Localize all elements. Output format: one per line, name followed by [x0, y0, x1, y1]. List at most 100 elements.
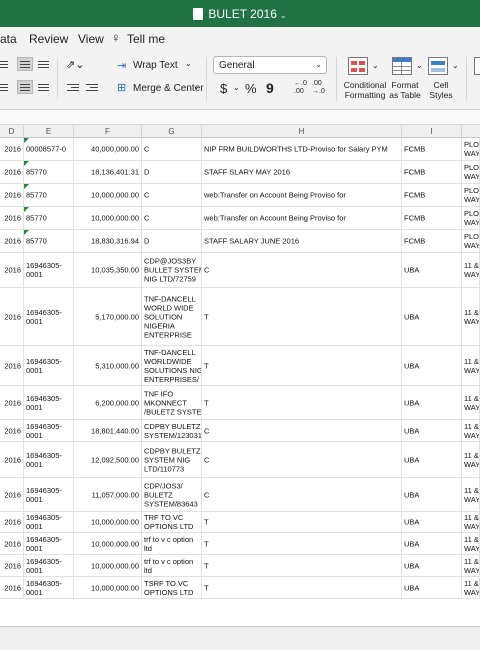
cell-h[interactable]: C: [202, 442, 402, 477]
cell-e[interactable]: 85770: [24, 207, 74, 229]
cell-e[interactable]: 85770: [24, 184, 74, 206]
currency-button[interactable]: $: [220, 81, 227, 96]
cell-h[interactable]: STAFF SLARY MAY 2016: [202, 161, 402, 183]
cell-f[interactable]: 11,057,000.00: [74, 478, 142, 511]
cell-i[interactable]: FCMB: [402, 161, 462, 183]
cell-i[interactable]: UBA: [402, 420, 462, 441]
cell-e[interactable]: 16946305- 0001: [24, 478, 74, 511]
wrap-text-button[interactable]: Wrap Text: [133, 60, 178, 71]
align-bottom-icon[interactable]: [38, 59, 52, 71]
cell-j[interactable]: 11 & WAY,: [462, 386, 480, 419]
merge-center-chevron-icon[interactable]: ⌄: [193, 82, 200, 91]
cell-g[interactable]: TNF IFO MKONNECT /BULETZ SYSTE: [142, 386, 202, 419]
cell-i[interactable]: UBA: [402, 288, 462, 345]
cell-e[interactable]: 85770: [24, 230, 74, 252]
cell-d[interactable]: 2016: [0, 533, 24, 554]
cell-j[interactable]: 11 & WAY,: [462, 420, 480, 441]
cell-d[interactable]: 2016: [0, 230, 24, 252]
cell-f[interactable]: 10,000,000.00: [74, 555, 142, 576]
comma-style-button[interactable]: 9: [266, 80, 274, 96]
align-middle-icon[interactable]: [17, 57, 33, 71]
cell-j[interactable]: 11 & WAY,: [462, 512, 480, 532]
cell-g[interactable]: trf to v c option ltd: [142, 555, 202, 576]
cell-d[interactable]: 2016: [0, 207, 24, 229]
cell-f[interactable]: 10,035,350.00: [74, 253, 142, 287]
cell-h[interactable]: T: [202, 533, 402, 554]
cell-d[interactable]: 2016: [0, 386, 24, 419]
tab-review[interactable]: Review: [29, 32, 68, 46]
cell-e[interactable]: 16946305- 0001: [24, 577, 74, 598]
cell-j[interactable]: PLOT WAY,: [462, 161, 480, 183]
cell-f[interactable]: 6,200,000.00: [74, 386, 142, 419]
cell-g[interactable]: D: [142, 230, 202, 252]
cell-h[interactable]: T: [202, 288, 402, 345]
cell-d[interactable]: 2016: [0, 184, 24, 206]
cell-g[interactable]: TSRF TO VC OPTIONS LTD: [142, 577, 202, 598]
cell-e[interactable]: 16946305- 0001: [24, 442, 74, 477]
cell-d[interactable]: 2016: [0, 253, 24, 287]
orientation-icon[interactable]: ⇗⌄: [66, 58, 84, 71]
tab-view[interactable]: View: [78, 32, 104, 46]
cell-g[interactable]: CDP/JOS3/ BULETZ SYSTEM/83643: [142, 478, 202, 511]
column-header-i[interactable]: I: [402, 125, 462, 138]
cell-h[interactable]: T: [202, 512, 402, 532]
cell-i[interactable]: UBA: [402, 253, 462, 287]
cell-d[interactable]: 2016: [0, 138, 24, 160]
align-right-icon[interactable]: [38, 82, 52, 94]
error-indicator-icon[interactable]: [24, 207, 29, 212]
tell-me-search[interactable]: Tell me: [127, 32, 165, 46]
cell-f[interactable]: 18,801,440.00: [74, 420, 142, 441]
cell-j[interactable]: 11 & WAY,: [462, 555, 480, 576]
cell-e[interactable]: 16946305- 0001: [24, 512, 74, 532]
column-header-h[interactable]: H: [202, 125, 402, 138]
lightbulb-icon[interactable]: ♀: [111, 30, 121, 45]
cell-j[interactable]: PLOT WAY,: [462, 184, 480, 206]
cell-f[interactable]: 5,170,000.00: [74, 288, 142, 345]
cell-j[interactable]: 11 & WAY,: [462, 533, 480, 554]
align-top-icon[interactable]: [0, 59, 14, 71]
cell-e[interactable]: 16946305- 0001: [24, 386, 74, 419]
number-format-select[interactable]: General ⌄: [213, 56, 327, 74]
cell-i[interactable]: UBA: [402, 346, 462, 385]
cell-h[interactable]: T: [202, 346, 402, 385]
cell-j[interactable]: 11 & WAY,: [462, 478, 480, 511]
cell-f[interactable]: 10,000,000.00: [74, 207, 142, 229]
cell-e[interactable]: 16946305- 0001: [24, 555, 74, 576]
cell-styles-label[interactable]: Cell Styles: [424, 80, 458, 100]
increase-decimal-button[interactable]: ←.0 .00: [294, 80, 307, 96]
error-indicator-icon[interactable]: [24, 230, 29, 235]
cell-g[interactable]: trf to v c option ltd: [142, 533, 202, 554]
format-as-table-icon[interactable]: [392, 57, 412, 75]
cell-j[interactable]: PLOT WAY,: [462, 230, 480, 252]
cell-i[interactable]: UBA: [402, 386, 462, 419]
cell-i[interactable]: FCMB: [402, 230, 462, 252]
cell-g[interactable]: C: [142, 207, 202, 229]
cell-g[interactable]: D: [142, 161, 202, 183]
conditional-formatting-icon[interactable]: [348, 57, 368, 75]
cell-h[interactable]: web:Transfer on Account Being Proviso fo…: [202, 207, 402, 229]
conditional-formatting-label[interactable]: Conditional Formatting: [340, 80, 390, 100]
cell-f[interactable]: 18,136,401.31: [74, 161, 142, 183]
cell-i[interactable]: UBA: [402, 533, 462, 554]
column-header-d[interactable]: D: [0, 125, 24, 138]
cell-g[interactable]: CDP@JOS3BY BULLET SYSTEM NIG LTD/72759: [142, 253, 202, 287]
cell-h[interactable]: C: [202, 420, 402, 441]
cell-j[interactable]: 11 & WAY,: [462, 253, 480, 287]
cell-d[interactable]: 2016: [0, 478, 24, 511]
cell-f[interactable]: 18,830,316.94: [74, 230, 142, 252]
cell-d[interactable]: 2016: [0, 442, 24, 477]
cell-e[interactable]: 16946305- 0001: [24, 346, 74, 385]
percent-button[interactable]: %: [245, 81, 257, 96]
column-header-f[interactable]: F: [74, 125, 142, 138]
cell-e[interactable]: 85770: [24, 161, 74, 183]
cell-h[interactable]: C: [202, 478, 402, 511]
cell-d[interactable]: 2016: [0, 577, 24, 598]
cell-d[interactable]: 2016: [0, 512, 24, 532]
currency-chevron-icon[interactable]: ⌄: [233, 83, 240, 92]
decrease-indent-icon[interactable]: [67, 82, 81, 94]
column-header-g[interactable]: G: [142, 125, 202, 138]
cell-g[interactable]: TRF TO VC OPTIONS LTD: [142, 512, 202, 532]
cell-f[interactable]: 5,310,000.00: [74, 346, 142, 385]
cell-e[interactable]: 16946305- 0001: [24, 420, 74, 441]
cell-g[interactable]: TNF-DANCELL WORLD WIDE SOLUTION NIGERIA …: [142, 288, 202, 345]
